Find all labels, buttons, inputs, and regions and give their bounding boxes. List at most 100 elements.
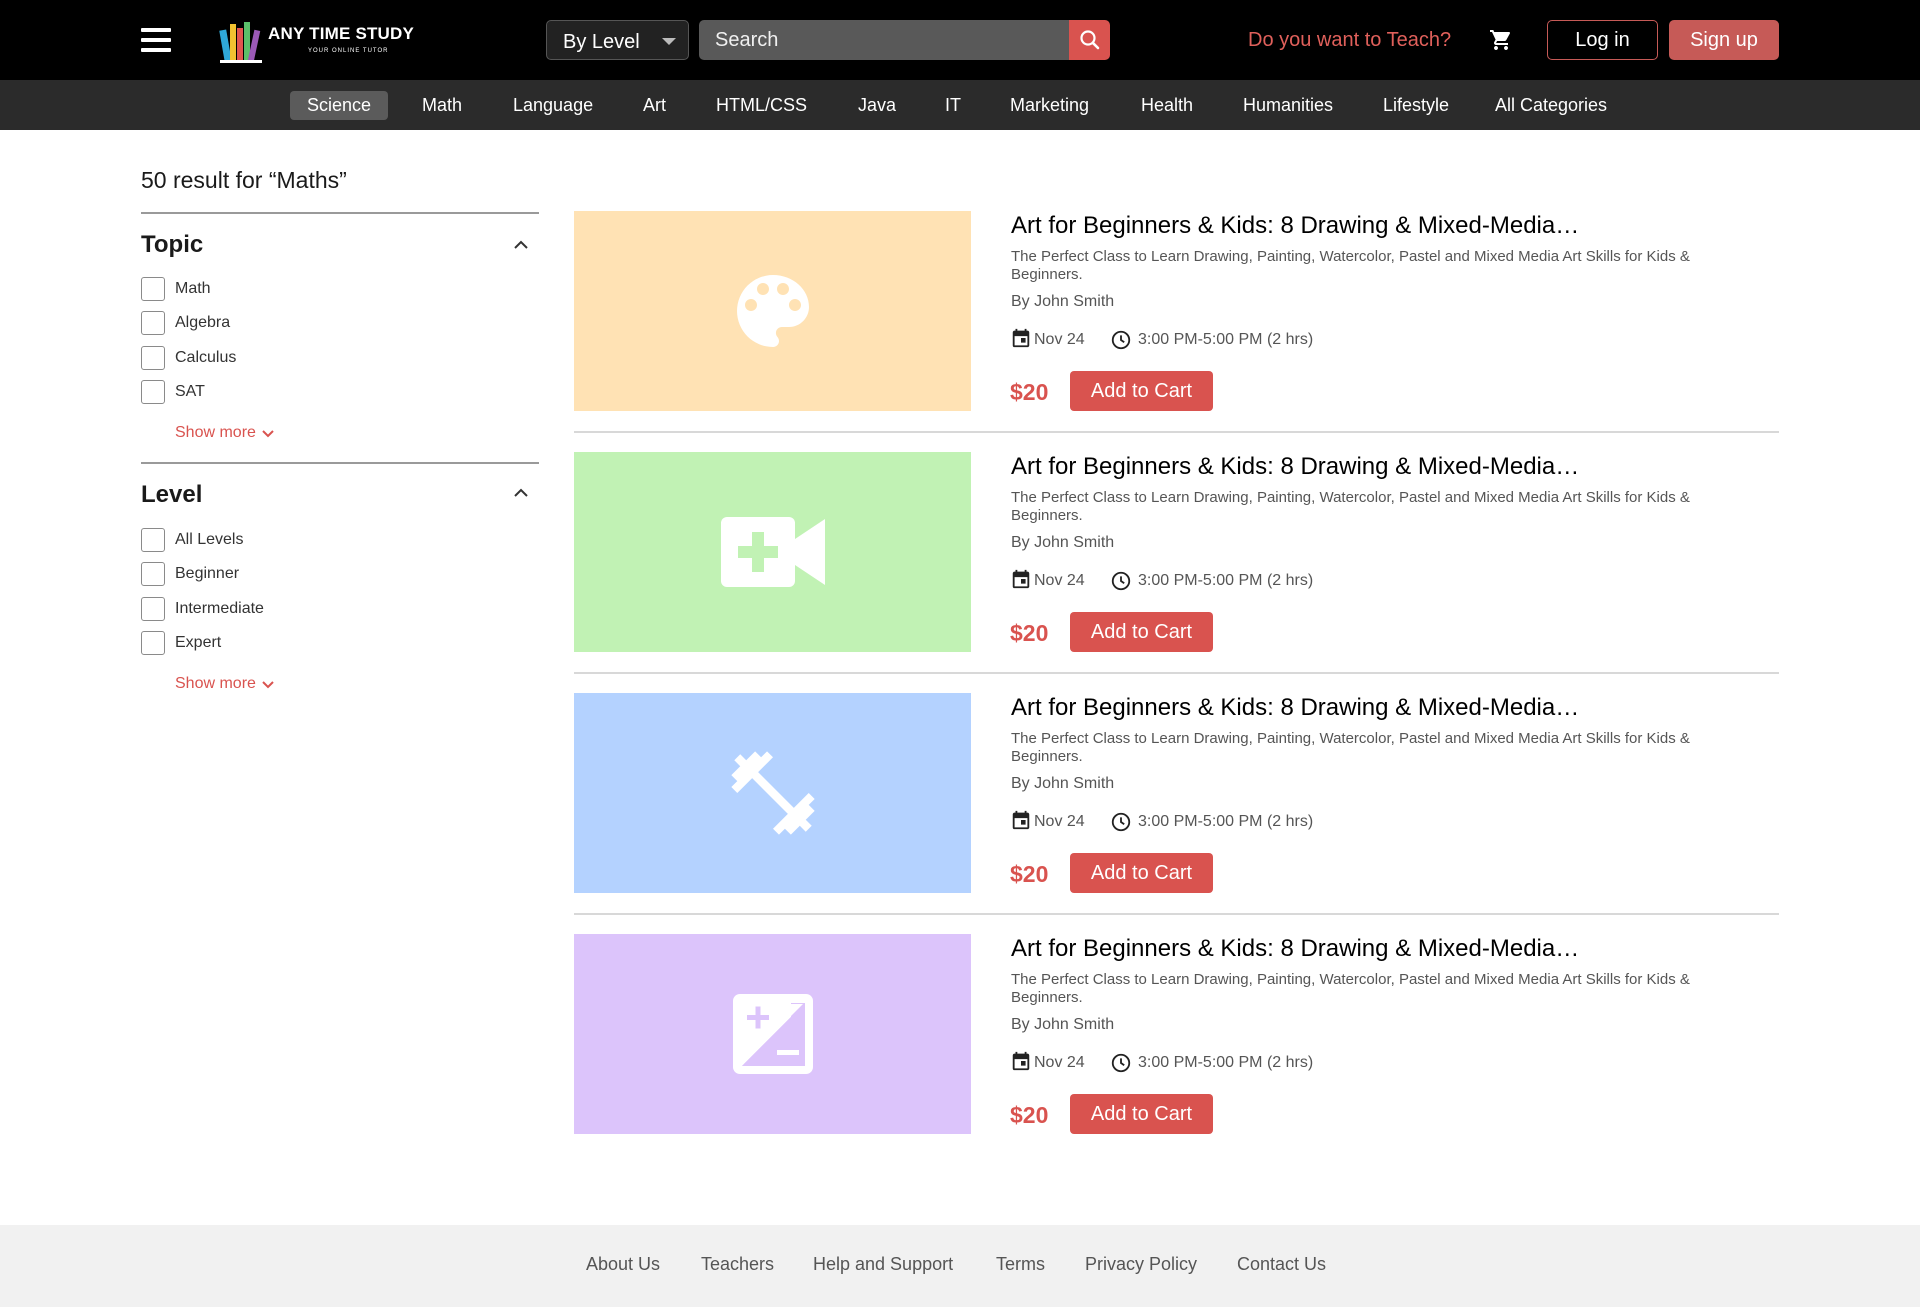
course-time: 3:00 PM-5:00 PM (2 hrs): [1138, 813, 1314, 830]
course-title[interactable]: Art for Beginners & Kids: 8 Drawing & Mi…: [1011, 453, 1579, 481]
category-humanities[interactable]: Humanities: [1226, 91, 1350, 120]
books-logo-icon: [219, 22, 262, 63]
chevron-down-icon: [262, 430, 274, 438]
add-to-cart-button[interactable]: Add to Cart: [1070, 612, 1213, 652]
level-filter-title: Level: [141, 481, 203, 508]
course-thumbnail[interactable]: [574, 693, 971, 893]
level-show-more[interactable]: Show more: [175, 675, 274, 693]
checkbox[interactable]: [141, 562, 165, 586]
calendar-icon: [1012, 569, 1030, 589]
course-thumbnail[interactable]: [574, 452, 971, 652]
logo-text: ANY TIME STUDY: [268, 24, 415, 43]
option-label: Algebra: [175, 314, 231, 331]
divider: [574, 431, 1779, 433]
footer-link-contact[interactable]: Contact Us: [1237, 1254, 1326, 1275]
divider: [574, 672, 1779, 674]
clock-icon: [1111, 330, 1131, 350]
course-time: 3:00 PM-5:00 PM (2 hrs): [1138, 572, 1314, 589]
footer-link-terms[interactable]: Terms: [996, 1254, 1045, 1275]
topic-filter-title: Topic: [141, 231, 204, 258]
chevron-up-icon[interactable]: [513, 237, 529, 253]
course-title[interactable]: Art for Beginners & Kids: 8 Drawing & Mi…: [1011, 212, 1579, 240]
footer-link-about[interactable]: About Us: [586, 1254, 660, 1275]
video-call-icon: [720, 517, 825, 587]
course-time: 3:00 PM-5:00 PM (2 hrs): [1138, 1054, 1314, 1071]
category-math[interactable]: Math: [405, 91, 479, 120]
checkbox[interactable]: [141, 528, 165, 552]
signup-button[interactable]: Sign up: [1669, 20, 1779, 60]
category-all[interactable]: All Categories: [1478, 91, 1624, 120]
course-description: The Perfect Class to Learn Drawing, Pain…: [1011, 730, 1690, 765]
course-price: $20: [1010, 379, 1049, 405]
checkbox[interactable]: [141, 631, 165, 655]
add-to-cart-button[interactable]: Add to Cart: [1070, 1094, 1213, 1134]
course-title[interactable]: Art for Beginners & Kids: 8 Drawing & Mi…: [1011, 935, 1579, 963]
category-it[interactable]: IT: [928, 91, 978, 120]
show-more-label: Show more: [175, 424, 256, 441]
login-button[interactable]: Log in: [1547, 20, 1658, 60]
course-card: Art for Beginners & Kids: 8 Drawing & Mi…: [574, 452, 1779, 652]
course-price: $20: [1010, 1102, 1049, 1128]
course-author: By John Smith: [1011, 1016, 1115, 1033]
category-science[interactable]: Science: [290, 91, 389, 120]
course-card: Art for Beginners & Kids: 8 Drawing & Mi…: [574, 693, 1779, 893]
option-label: Math: [175, 280, 211, 297]
exposure-icon: [732, 994, 813, 1074]
course-price: $20: [1010, 861, 1049, 887]
level-select[interactable]: By Level: [546, 20, 689, 60]
category-nav: Science Math Language Art HTML/CSS Java …: [0, 80, 1920, 130]
category-java[interactable]: Java: [841, 91, 913, 120]
add-to-cart-button[interactable]: Add to Cart: [1070, 853, 1213, 893]
add-to-cart-button[interactable]: Add to Cart: [1070, 371, 1213, 411]
chevron-down-icon: [262, 681, 274, 689]
checkbox[interactable]: [141, 346, 165, 370]
clock-icon: [1111, 812, 1131, 832]
menu-icon[interactable]: [141, 28, 171, 52]
cart-icon[interactable]: [1488, 28, 1514, 52]
top-bar: ANY TIME STUDY YOUR ONLINE TUTOR By Leve…: [0, 0, 1920, 80]
checkbox[interactable]: [141, 311, 165, 335]
category-language[interactable]: Language: [496, 91, 610, 120]
course-date: Nov 24: [1034, 813, 1085, 830]
course-date: Nov 24: [1034, 1054, 1085, 1071]
option-label: Intermediate: [175, 600, 264, 617]
category-health[interactable]: Health: [1124, 91, 1210, 120]
site-logo[interactable]: ANY TIME STUDY YOUR ONLINE TUTOR: [218, 14, 418, 66]
chevron-up-icon[interactable]: [513, 485, 529, 501]
footer: About Us Teachers Help and Support Terms…: [0, 1225, 1920, 1307]
search-input[interactable]: [699, 20, 1069, 60]
checkbox[interactable]: [141, 380, 165, 404]
category-html-css[interactable]: HTML/CSS: [699, 91, 824, 120]
calendar-icon: [1012, 328, 1030, 348]
clock-icon: [1111, 1053, 1131, 1073]
footer-link-privacy[interactable]: Privacy Policy: [1085, 1254, 1197, 1275]
footer-link-help[interactable]: Help and Support: [813, 1254, 953, 1275]
category-lifestyle[interactable]: Lifestyle: [1366, 91, 1466, 120]
logo-tagline: YOUR ONLINE TUTOR: [308, 48, 389, 54]
course-time: 3:00 PM-5:00 PM (2 hrs): [1138, 331, 1314, 348]
option-label: Expert: [175, 634, 222, 651]
teach-link[interactable]: Do you want to Teach?: [1248, 29, 1451, 52]
divider: [141, 212, 539, 214]
course-thumbnail[interactable]: [574, 211, 971, 411]
course-author: By John Smith: [1011, 775, 1115, 792]
clock-icon: [1111, 571, 1131, 591]
search-bar: [699, 20, 1110, 60]
course-card: Art for Beginners & Kids: 8 Drawing & Mi…: [574, 934, 1779, 1134]
course-thumbnail[interactable]: [574, 934, 971, 1134]
category-marketing[interactable]: Marketing: [993, 91, 1106, 120]
course-title[interactable]: Art for Beginners & Kids: 8 Drawing & Mi…: [1011, 694, 1579, 722]
option-label: Beginner: [175, 565, 240, 582]
category-art[interactable]: Art: [626, 91, 683, 120]
result-count: 50 result for “Maths”: [141, 167, 347, 193]
checkbox[interactable]: [141, 277, 165, 301]
checkbox[interactable]: [141, 597, 165, 621]
course-price: $20: [1010, 620, 1049, 646]
search-button[interactable]: [1069, 20, 1110, 60]
option-label: All Levels: [175, 531, 244, 548]
topic-show-more[interactable]: Show more: [175, 424, 274, 442]
course-card: Art for Beginners & Kids: 8 Drawing & Mi…: [574, 211, 1779, 411]
course-date: Nov 24: [1034, 572, 1085, 589]
footer-link-teachers[interactable]: Teachers: [701, 1254, 774, 1275]
course-description: The Perfect Class to Learn Drawing, Pain…: [1011, 971, 1690, 1006]
